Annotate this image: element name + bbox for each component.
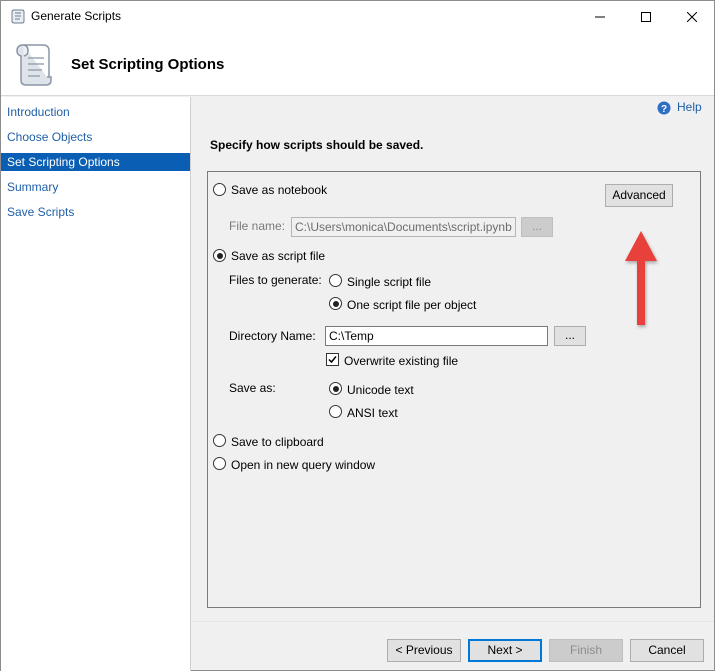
sidebar-item-introduction[interactable]: Introduction [1, 103, 190, 121]
page-title: Set Scripting Options [71, 56, 225, 73]
sidebar-item-choose-objects[interactable]: Choose Objects [1, 128, 190, 146]
file-name-browse-button[interactable]: ... [521, 217, 553, 237]
ansi-text-label[interactable]: ANSI text [347, 406, 398, 420]
maximize-button[interactable] [623, 1, 669, 32]
scroll-icon [16, 44, 52, 86]
save-as-notebook-radio[interactable] [213, 183, 226, 196]
overwrite-label[interactable]: Overwrite existing file [344, 354, 458, 368]
annotation-arrow-icon [625, 231, 657, 325]
instruction-text: Specify how scripts should be saved. [210, 138, 424, 152]
ansi-text-radio[interactable] [329, 405, 342, 418]
close-button[interactable] [669, 1, 715, 32]
file-name-label: File name: [229, 219, 286, 233]
minimize-icon [595, 16, 605, 17]
save-to-clipboard-radio[interactable] [213, 434, 226, 447]
save-as-label: Save as: [229, 381, 276, 395]
help-icon[interactable]: ? [657, 101, 671, 115]
one-file-per-object-radio[interactable] [329, 297, 342, 310]
open-in-query-window-label[interactable]: Open in new query window [231, 458, 375, 472]
save-as-notebook-label[interactable]: Save as notebook [231, 183, 327, 197]
finish-button[interactable]: Finish [549, 639, 623, 662]
footer-divider [192, 621, 714, 622]
app-scroll-icon [11, 9, 25, 24]
wizard-header: Set Scripting Options [1, 32, 714, 96]
close-icon [687, 11, 697, 22]
cancel-button[interactable]: Cancel [630, 639, 704, 662]
maximize-icon [641, 11, 651, 22]
file-name-field[interactable]: C:\Users\monica\Documents\script.ipynb [291, 217, 516, 237]
directory-name-label: Directory Name: [229, 329, 316, 343]
overwrite-checkbox[interactable] [326, 353, 339, 366]
directory-name-field[interactable]: C:\Temp [325, 326, 548, 346]
save-as-script-file-label[interactable]: Save as script file [231, 249, 325, 263]
unicode-text-label[interactable]: Unicode text [347, 383, 414, 397]
open-in-query-window-radio[interactable] [213, 457, 226, 470]
previous-button[interactable]: < Previous [387, 639, 461, 662]
sidebar-item-save-scripts[interactable]: Save Scripts [1, 203, 190, 221]
sidebar-item-set-scripting-options[interactable]: Set Scripting Options [1, 153, 190, 171]
files-to-generate-label: Files to generate: [229, 273, 322, 287]
save-as-script-file-radio[interactable] [213, 249, 226, 262]
wizard-sidebar: Introduction Choose Objects Set Scriptin… [1, 97, 191, 671]
one-file-per-object-label[interactable]: One script file per object [347, 298, 476, 312]
advanced-button[interactable]: Advanced [605, 184, 673, 207]
single-script-file-label[interactable]: Single script file [347, 275, 431, 289]
next-button[interactable]: Next > [468, 639, 542, 662]
save-to-clipboard-label[interactable]: Save to clipboard [231, 435, 324, 449]
single-script-file-radio[interactable] [329, 274, 342, 287]
title-bar: Generate Scripts [1, 1, 714, 32]
minimize-button[interactable] [577, 1, 623, 32]
sidebar-item-summary[interactable]: Summary [1, 178, 190, 196]
directory-browse-button[interactable]: ... [554, 326, 586, 346]
window-title: Generate Scripts [31, 9, 122, 23]
checkmark-icon [328, 356, 337, 364]
unicode-text-radio[interactable] [329, 382, 342, 395]
help-link[interactable]: Help [677, 100, 702, 114]
generate-scripts-window: Generate Scripts Set Scripting Options I… [0, 0, 715, 671]
svg-text:?: ? [661, 104, 667, 115]
